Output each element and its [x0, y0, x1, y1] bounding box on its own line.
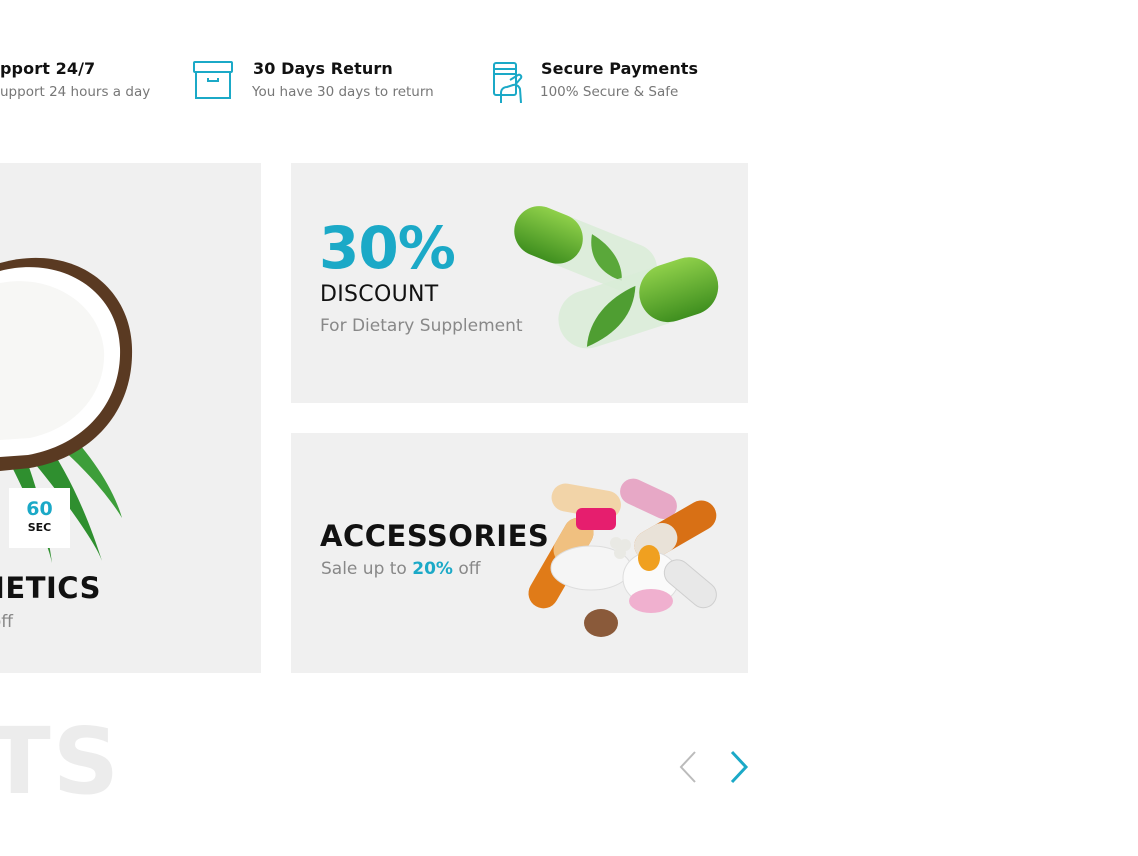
feature-secure-payments: Secure Payments 100% Secure & Safe [490, 56, 710, 106]
accessories-sale-percent: 20% [412, 559, 453, 579]
secure-card-icon [493, 62, 523, 103]
countdown-unit: SEC [27, 521, 52, 534]
feature-subtitle: upport 24 hours a day [0, 84, 151, 100]
page: pport 24/7 upport 24 hours a day 30 Days… [0, 0, 1138, 856]
box-icon [193, 61, 233, 99]
feature-subtitle: You have 30 days to return [252, 84, 434, 100]
feature-title: 30 Days Return [253, 59, 393, 78]
feature-title: pport 24/7 [0, 59, 96, 78]
chevron-right-icon[interactable] [726, 749, 752, 785]
pills-image [528, 478, 717, 637]
feature-return: 30 Days Return You have 30 days to retur… [192, 56, 452, 106]
section-title-faded: TS [0, 708, 122, 815]
cosmetics-subtitle: off [0, 612, 13, 632]
cosmetics-banner[interactable]: 60 SEC METICS off [0, 163, 261, 673]
feature-support: pport 24/7 upport 24 hours a day [0, 56, 160, 106]
cosmetics-title: METICS [0, 571, 101, 605]
discount-percent: 30% [319, 214, 456, 282]
countdown-value: 60 [26, 498, 53, 520]
discount-banner[interactable]: 30% DISCOUNT For Dietary Supplement [291, 163, 748, 403]
accessories-title: ACCESSORIES [320, 519, 550, 553]
accessories-subtitle-prefix: Sale up to [321, 559, 413, 579]
accessories-subtitle-suffix: off [452, 559, 481, 579]
countdown-seconds: 60 SEC [9, 488, 70, 548]
feature-subtitle: 100% Secure & Safe [540, 84, 679, 100]
feature-title: Secure Payments [541, 59, 699, 78]
accessories-subtitle: Sale up to 20% off [321, 559, 480, 579]
discount-title: DISCOUNT [320, 282, 439, 307]
chevron-left-icon[interactable] [675, 749, 701, 785]
capsules-image [514, 206, 719, 349]
accessories-banner[interactable]: ACCESSORIES Sale up to 20% off [291, 433, 748, 673]
